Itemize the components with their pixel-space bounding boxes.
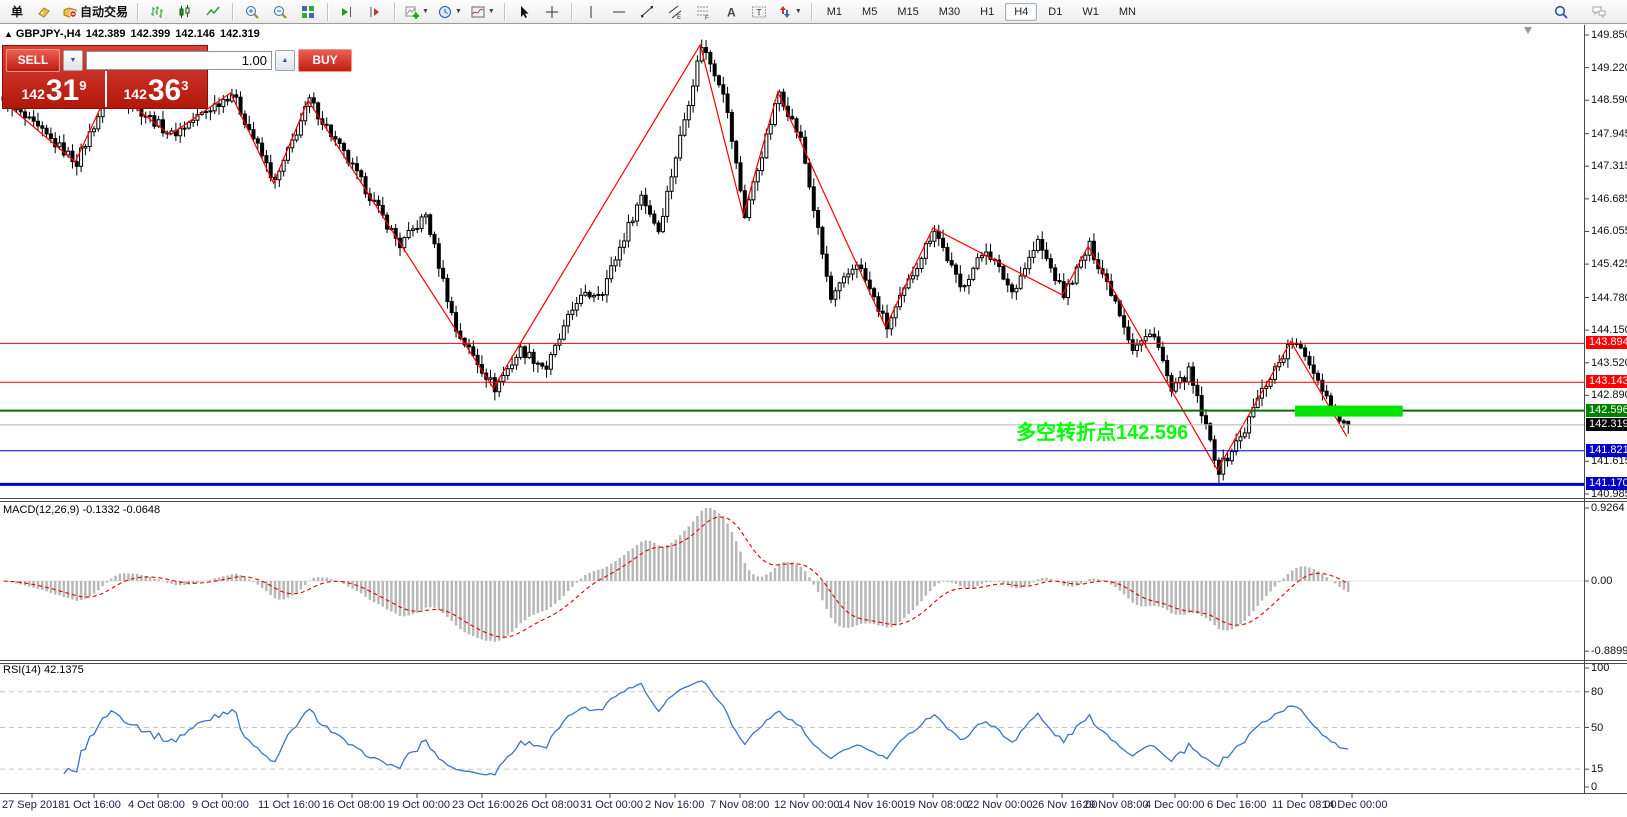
collapse-panel-arrow-icon[interactable]: ▲	[4, 29, 13, 39]
sell-price-big: 31	[46, 77, 79, 105]
time-axis-label: 7 Nov 08:00	[710, 799, 769, 811]
rsi-indicator-label: RSI(14) 42.1375	[3, 664, 84, 676]
time-axis-label: 26 Oct 08:00	[516, 799, 579, 811]
rsi-axis-label: 50	[1591, 722, 1603, 734]
macd-histogram	[4, 508, 1349, 642]
price-tag-143.143: 143.143	[1586, 375, 1627, 388]
buy-price[interactable]: 142 36 3	[105, 73, 207, 107]
price-axis-label: 148.590	[1591, 94, 1627, 106]
symbol-period-label: GBPJPY-,H4	[16, 28, 81, 40]
time-axis-label: 2 Nov 16:00	[645, 799, 704, 811]
time-axis-label: 31 Oct 00:00	[580, 799, 643, 811]
quote-low: 142.146	[175, 28, 215, 40]
quote-close: 142.319	[220, 28, 260, 40]
price-axis-label: 146.055	[1591, 225, 1627, 237]
buy-price-prefix: 142	[124, 85, 147, 105]
time-axis-label: 4 Oct 08:00	[128, 799, 185, 811]
sell-button[interactable]: SELL	[6, 49, 60, 72]
price-tag-141.170: 141.170	[1586, 477, 1627, 490]
price-tag-143.894: 143.894	[1586, 336, 1627, 349]
price-axis-label: 149.220	[1591, 62, 1627, 74]
time-axis-label: 1 Oct 16:00	[64, 799, 121, 811]
time-axis-label: 14 Nov 16:00	[838, 799, 903, 811]
right-shift-marker-icon[interactable]	[1524, 27, 1532, 34]
time-axis-label: 14 Dec 00:00	[1322, 799, 1387, 811]
time-axis-label: 19 Oct 00:00	[387, 799, 450, 811]
price-axis-label: 149.850	[1591, 29, 1627, 41]
buy-price-big: 36	[148, 77, 181, 105]
price-axis-label: 141.615	[1591, 455, 1627, 467]
volume-increase-button[interactable]: ▲	[275, 50, 295, 71]
sell-price[interactable]: 142 31 9	[3, 73, 105, 107]
buy-button[interactable]: BUY	[298, 49, 352, 72]
price-axis-label: 142.890	[1591, 389, 1627, 401]
time-axis-label: 23 Oct 16:00	[452, 799, 515, 811]
sell-price-sup: 9	[79, 78, 86, 93]
chart-area[interactable]	[0, 0, 1627, 812]
price-tag-142.319: 142.319	[1586, 418, 1627, 431]
buy-price-sup: 3	[181, 78, 188, 93]
time-axis-label: 22 Nov 00:00	[967, 799, 1032, 811]
volume-input[interactable]	[86, 51, 272, 70]
rsi-axis-label: 15	[1591, 763, 1603, 775]
rsi-axis-label: 100	[1591, 662, 1609, 674]
time-axis-label: 19 Nov 08:00	[903, 799, 968, 811]
price-axis-label: 143.520	[1591, 357, 1627, 369]
rsi-axis-label: 80	[1591, 686, 1603, 698]
price-axis-label: 145.425	[1591, 258, 1627, 270]
chart-canvas[interactable]	[0, 0, 1627, 812]
time-axis-label: 6 Dec 16:00	[1207, 799, 1266, 811]
macd-axis-label: 0.00	[1591, 575, 1612, 587]
macd-axis-label: 0.9264	[1591, 502, 1625, 514]
macd-indicator-label: MACD(12,26,9) -0.1332 -0.0648	[3, 504, 160, 516]
time-axis-label: 4 Dec 00:00	[1145, 799, 1204, 811]
time-axis-label: 27 Sep 2018	[2, 799, 64, 811]
one-click-trading-panel: SELL ▼ ▲ BUY 142 31 9 142 36 3	[2, 45, 208, 109]
quote-high: 142.399	[131, 28, 171, 40]
macd-axis-label: -0.8899	[1591, 645, 1627, 657]
quote-bar: ▲GBPJPY-,H4 142.389 142.399 142.146 142.319	[4, 28, 260, 40]
price-axis-label: 146.685	[1591, 193, 1627, 205]
price-axis-label: 147.315	[1591, 160, 1627, 172]
turning-point-annotation: 多空转折点142.596	[1016, 416, 1188, 445]
rsi-axis-label: 0	[1591, 781, 1597, 793]
time-axis-label: 16 Oct 08:00	[322, 799, 385, 811]
price-axis-label: 144.780	[1591, 292, 1627, 304]
time-axis-label: 9 Oct 00:00	[192, 799, 249, 811]
price-tag-142.596: 142.596	[1586, 404, 1627, 417]
highlight-band[interactable]	[1295, 406, 1403, 417]
price-axis-label: 144.150	[1591, 324, 1627, 336]
price-axis-label: 147.945	[1591, 128, 1627, 140]
quote-open: 142.389	[86, 28, 126, 40]
time-axis-label: 11 Oct 16:00	[258, 799, 320, 811]
price-divider	[105, 71, 107, 107]
price-tag-141.821: 141.821	[1586, 444, 1627, 457]
volume-decrease-button[interactable]: ▼	[63, 50, 83, 71]
sell-price-prefix: 142	[22, 85, 45, 105]
time-axis-label: 12 Nov 00:00	[774, 799, 839, 811]
time-axis-label: 29 Nov 08:00	[1083, 799, 1148, 811]
